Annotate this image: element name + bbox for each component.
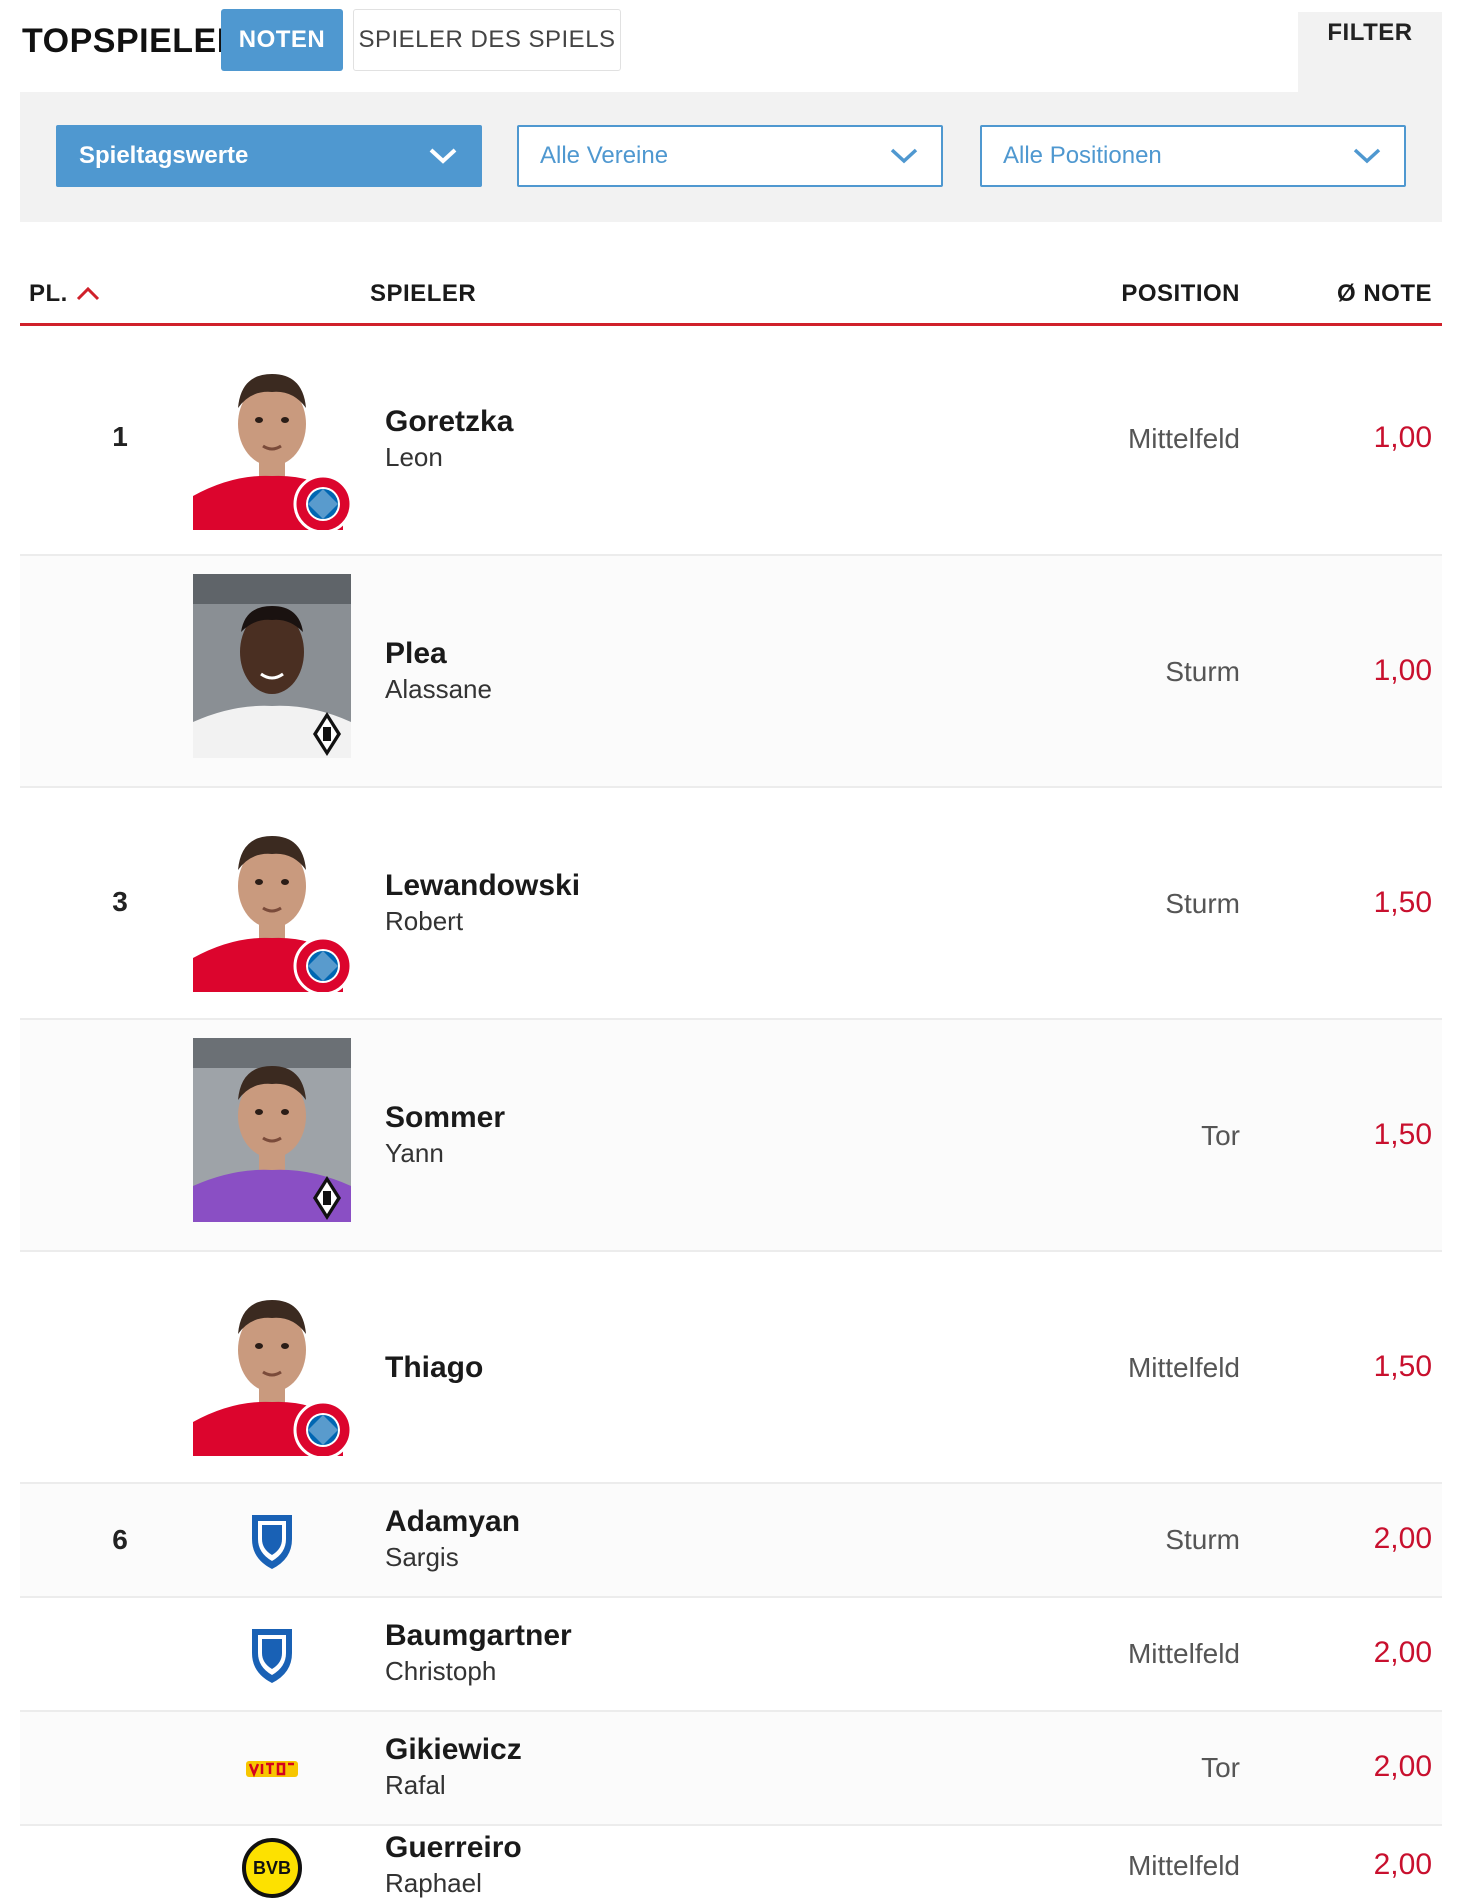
table-row[interactable]: Baumgartner Christoph Mittelfeld 2,00	[20, 1598, 1442, 1712]
grade-cell: 2,00	[1373, 1522, 1432, 1555]
player-name: Sommer Yann	[385, 1100, 505, 1170]
table-row[interactable]: Thiago Mittelfeld 1,50	[20, 1252, 1442, 1484]
hoffenheim-crest-icon	[252, 1515, 292, 1569]
table-row[interactable]: 6 Adamyan Sargis Sturm 2,00	[20, 1484, 1442, 1598]
bayern-crest-icon	[293, 1400, 351, 1456]
table-row[interactable]: 1 Goretzka Leon Mittelfeld 1,00	[20, 326, 1442, 556]
bayern-crest-icon	[293, 936, 351, 992]
player-first-name: Robert	[385, 906, 464, 936]
matchday-select[interactable]: Spieltagswerte	[56, 125, 482, 187]
player-name: Guerreiro Raphael	[385, 1830, 522, 1900]
grade-cell: 1,50	[1373, 886, 1432, 919]
player-name: Baumgartner Christoph	[385, 1618, 572, 1688]
player-photo	[193, 834, 351, 992]
grade-cell: 1,00	[1373, 421, 1432, 454]
player-last-name: Adamyan	[385, 1505, 521, 1538]
column-header-position[interactable]: POSITION	[1121, 280, 1240, 308]
tab-spieler-des-spiels[interactable]: SPIELER DES SPIELS	[353, 9, 621, 71]
player-first-name: Yann	[385, 1138, 444, 1168]
chevron-down-icon	[890, 148, 918, 164]
club-select-value: Alle Vereine	[540, 142, 669, 169]
player-last-name: Sommer	[385, 1101, 506, 1134]
position-cell: Tor	[1201, 1120, 1240, 1151]
player-last-name: Goretzka	[385, 405, 514, 438]
column-header-rank[interactable]: PL.	[29, 280, 100, 308]
grade-cell: 1,50	[1373, 1118, 1432, 1151]
position-cell: Mittelfeld	[1127, 1638, 1240, 1669]
player-name: Adamyan Sargis	[385, 1504, 520, 1574]
filter-toggle-label: FILTER	[1327, 19, 1413, 46]
column-header-grade[interactable]: Ø NOTE	[1337, 280, 1432, 308]
player-last-name: Thiago	[385, 1351, 484, 1384]
grade-cell: 2,00	[1373, 1848, 1432, 1881]
column-header-player[interactable]: SPIELER	[370, 280, 476, 308]
player-name: Thiago	[385, 1350, 483, 1386]
page-title: TOPSPIELER	[22, 22, 242, 60]
player-last-name: Lewandowski	[385, 869, 581, 902]
table-row[interactable]: Gikiewicz Rafal Tor 2,00	[20, 1712, 1442, 1826]
player-first-name: Leon	[385, 442, 443, 472]
bayern-crest-icon	[293, 474, 351, 530]
rank-cell: 3	[112, 886, 128, 917]
grade-cell: 2,00	[1373, 1636, 1432, 1669]
player-last-name: Baumgartner	[385, 1619, 572, 1652]
table-row[interactable]: Sommer Yann Tor 1,50	[20, 1020, 1442, 1252]
player-photo	[193, 1298, 351, 1456]
position-cell: Mittelfeld	[1127, 423, 1240, 454]
club-select[interactable]: Alle Vereine	[517, 125, 943, 187]
position-cell: Sturm	[1165, 888, 1240, 919]
union-crest-icon	[246, 1761, 298, 1778]
player-first-name: Raphael	[385, 1868, 482, 1898]
position-cell: Mittelfeld	[1127, 1850, 1240, 1881]
player-photo	[193, 574, 351, 758]
position-select[interactable]: Alle Positionen	[980, 125, 1406, 187]
player-first-name: Sargis	[385, 1542, 459, 1572]
rank-cell: 1	[112, 421, 128, 452]
player-name: Lewandowski Robert	[385, 868, 580, 938]
page-header: TOPSPIELER NOTEN SPIELER DES SPIELS FILT…	[20, 0, 1442, 92]
grade-cell: 1,00	[1373, 654, 1432, 687]
position-cell: Mittelfeld	[1127, 1352, 1240, 1383]
sort-ascending-icon	[76, 286, 99, 301]
matchday-select-value: Spieltagswerte	[79, 142, 249, 169]
rank-cell: 6	[112, 1524, 128, 1555]
hoffenheim-crest-icon	[252, 1629, 292, 1683]
chevron-down-icon	[1353, 148, 1381, 164]
player-first-name: Christoph	[385, 1656, 497, 1686]
player-last-name: Guerreiro	[385, 1831, 522, 1864]
position-cell: Sturm	[1165, 656, 1240, 687]
player-name: Plea Alassane	[385, 636, 492, 706]
svg-text:BVB: BVB	[253, 1858, 291, 1878]
player-photo	[193, 372, 351, 530]
filter-panel: Spieltagswerte Alle Vereine Alle Positio…	[20, 92, 1442, 222]
table-row[interactable]: 3 Lewandowski Robert Sturm 1,50	[20, 788, 1442, 1020]
bvb-crest-icon: BVB	[242, 1838, 302, 1898]
column-header-rank-label: PL.	[29, 280, 68, 307]
position-cell: Tor	[1201, 1752, 1240, 1783]
table-header: PL. SPIELER POSITION Ø NOTE	[20, 262, 1442, 326]
tab-noten[interactable]: NOTEN	[221, 9, 343, 71]
position-select-value: Alle Positionen	[1003, 142, 1162, 169]
table-row[interactable]: BVB Guerreiro Raphael Mittelfeld 2,00	[20, 1826, 1442, 1903]
grade-cell: 2,00	[1373, 1750, 1432, 1783]
player-first-name: Alassane	[385, 674, 492, 704]
player-first-name: Rafal	[385, 1770, 446, 1800]
filter-toggle[interactable]: FILTER	[1298, 12, 1442, 92]
player-last-name: Gikiewicz	[385, 1733, 522, 1766]
player-name: Gikiewicz Rafal	[385, 1732, 522, 1802]
chevron-down-icon	[429, 148, 457, 164]
grade-cell: 1,50	[1373, 1350, 1432, 1383]
player-last-name: Plea	[385, 637, 447, 670]
player-photo	[193, 1038, 351, 1222]
table-row[interactable]: Plea Alassane Sturm 1,00	[20, 556, 1442, 788]
position-cell: Sturm	[1165, 1524, 1240, 1555]
player-name: Goretzka Leon	[385, 404, 513, 474]
